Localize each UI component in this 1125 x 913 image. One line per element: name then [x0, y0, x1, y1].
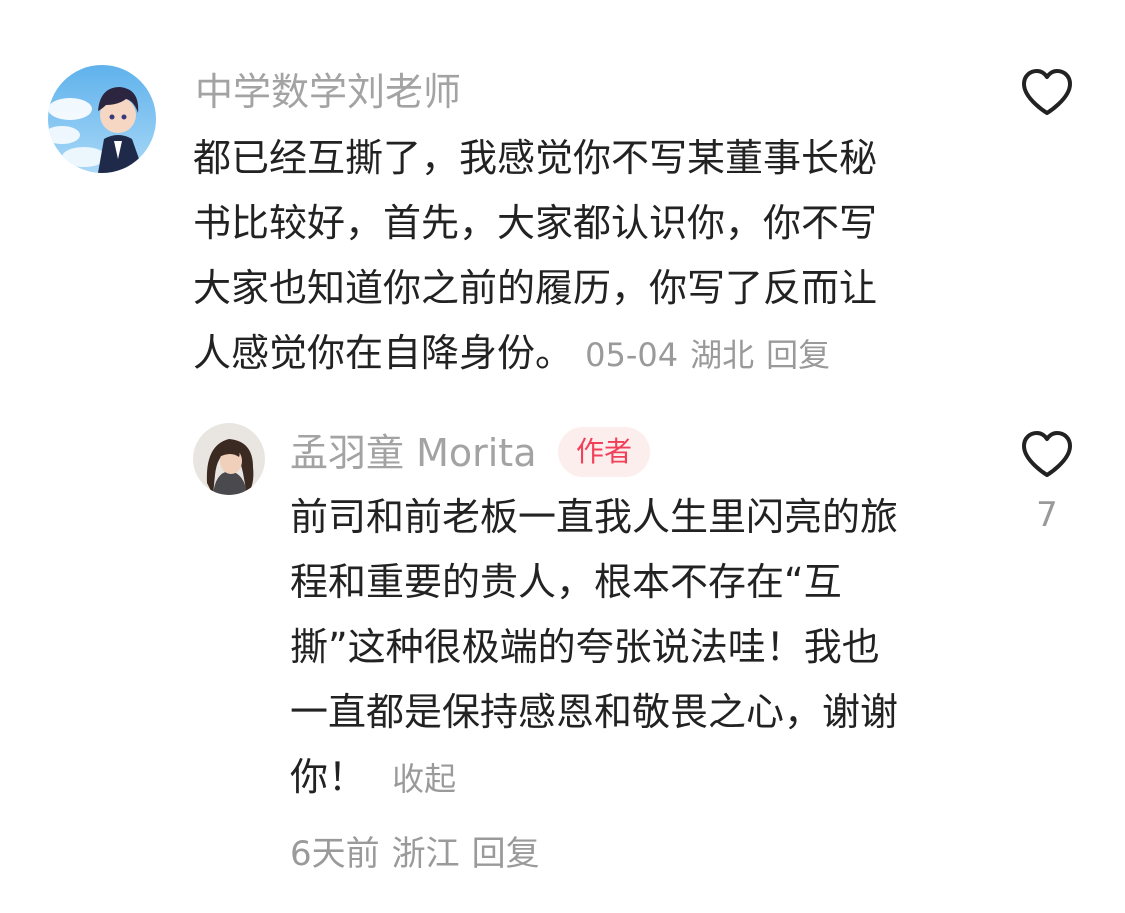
comment-meta: 05-04 湖北 回复 [585, 336, 830, 374]
heart-icon [1022, 69, 1072, 115]
collapse-button[interactable]: 收起 [392, 760, 456, 798]
reply-text-line: 撕”这种很极端的夸张说法哇！我也 [290, 625, 880, 669]
author-badge: 作者 [558, 427, 651, 477]
comment-like-button[interactable] [1020, 68, 1074, 118]
author-avatar[interactable] [193, 423, 265, 495]
reply-reply-button[interactable]: 回复 [472, 834, 540, 874]
commenter-username[interactable]: 中学数学刘老师 [195, 70, 461, 114]
comment-date: 05-04 [585, 336, 679, 374]
reply-text-line-end: 你！ [290, 755, 367, 799]
comment-text-line: 人感觉你在自降身份。 05-04 湖北 回复 [193, 321, 877, 388]
commenter-avatar[interactable] [48, 65, 156, 173]
comment-reply-button[interactable]: 回复 [766, 336, 830, 374]
reply-like-count: 7 [1036, 495, 1058, 535]
reply-like-button[interactable] [1020, 430, 1074, 480]
comment-text-line: 大家也知道你之前的履历，你写了反而让 [193, 266, 878, 310]
reply-text-line: 程和重要的贵人，根本不存在“互 [290, 560, 842, 604]
comment-text: 都已经互撕了，我感觉你不写某董事长秘 书比较好，首先，大家都认识你，你不写 大家… [193, 126, 877, 388]
reply-location: 浙江 [391, 834, 460, 874]
reply-date: 6天前 [290, 834, 380, 874]
author-username[interactable]: 孟羽童 Morita [290, 431, 536, 475]
reply-text-line: 前司和前老板一直我人生里闪亮的旅 [290, 495, 899, 539]
reply-text-line: 一直都是保持感恩和敬畏之心，谢谢 [290, 690, 899, 734]
reply-text-line: 你！ 收起 [290, 745, 898, 812]
comment-text-line: 书比较好，首先，大家都认识你，你不写 [193, 201, 878, 245]
reply-text: 前司和前老板一直我人生里闪亮的旅 程和重要的贵人，根本不存在“互 撕”这种很极端… [290, 485, 898, 812]
comment-location: 湖北 [690, 336, 755, 374]
heart-icon [1022, 431, 1072, 477]
reply-meta: 6天前 浙江 回复 [290, 826, 540, 875]
comment-text-line-end: 人感觉你在自降身份。 [193, 331, 574, 375]
comment-text-line: 都已经互撕了，我感觉你不写某董事长秘 [193, 136, 878, 180]
